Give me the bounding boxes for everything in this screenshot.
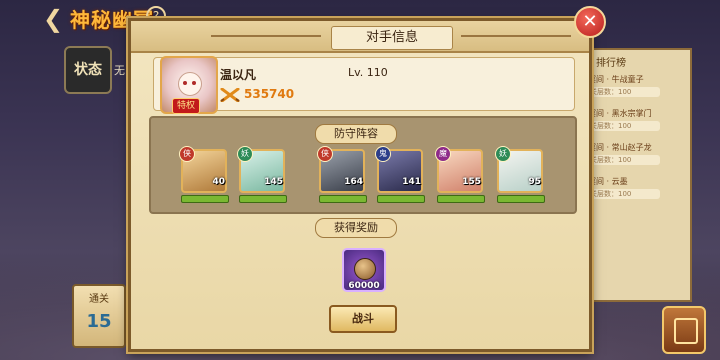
crossed-swords-icon <box>220 88 240 102</box>
ranking-row-label: 冥间 · 黑水宗掌门 <box>588 109 652 118</box>
opponent-level: Lv. 110 <box>348 66 388 79</box>
hero-slot[interactable]: 妖 95 <box>495 146 545 203</box>
ranking-row-sub: 关层数：100 <box>588 87 660 97</box>
hero-hp-bar <box>319 195 367 203</box>
level-label: 通关 <box>89 294 109 305</box>
hero-slot[interactable]: 侠 164 <box>317 146 367 203</box>
faction-badge: 侠 <box>179 146 195 162</box>
dialog-title: 对手信息 <box>331 26 453 50</box>
fight-button[interactable]: 战斗 <box>329 305 397 333</box>
level-value: 15 <box>86 311 112 332</box>
faction-badge: 魔 <box>435 146 451 162</box>
ranking-row-sub: 关层数：100 <box>588 189 660 199</box>
power-value: 535740 <box>244 87 295 101</box>
hero-slot[interactable]: 魔 155 <box>435 146 485 203</box>
ranking-row: 冥间 · 牛战童子 关层数：100 <box>588 74 682 98</box>
hero-level: 40 <box>212 177 225 187</box>
faction-badge: 鬼 <box>375 146 391 162</box>
title-ornament-right <box>461 35 571 37</box>
hero-level: 141 <box>402 177 421 187</box>
opponent-avatar[interactable]: 特权 <box>160 56 218 114</box>
ranking-title: 排行榜 <box>596 58 626 69</box>
faction-badge: 妖 <box>495 146 511 162</box>
avatar-face-icon <box>178 72 202 96</box>
status-tag: 状态 <box>64 46 112 94</box>
chest-button[interactable] <box>662 306 706 354</box>
hero-hp-bar <box>239 195 287 203</box>
faction-badge: 妖 <box>237 146 253 162</box>
hero-level: 155 <box>462 177 481 187</box>
reward-quantity: 60000 <box>348 281 380 291</box>
faction-badge: 侠 <box>317 146 333 162</box>
hero-level: 145 <box>264 177 283 187</box>
coin-icon <box>354 258 376 280</box>
eye-icon <box>183 81 187 85</box>
status-side-text: 无 <box>114 64 125 77</box>
hero-level: 164 <box>344 177 363 187</box>
back-arrow-icon[interactable]: ❮ <box>40 7 66 31</box>
ranking-row: 冥间 · 常山赵子龙 关层数：100 <box>588 142 682 166</box>
reward-item[interactable]: 60000 <box>342 248 386 292</box>
hero-slot[interactable]: 侠 40 <box>179 146 229 203</box>
ranking-row-label: 冥间 · 云墨 <box>588 177 628 186</box>
hero-hp-bar <box>497 195 545 203</box>
hero-hp-bar <box>377 195 425 203</box>
hero-hp-bar <box>181 195 229 203</box>
ranking-row-label: 冥间 · 常山赵子龙 <box>588 143 652 152</box>
ranking-row-label: 冥间 · 牛战童子 <box>588 75 644 84</box>
hero-hp-bar <box>437 195 485 203</box>
privilege-tag: 特权 <box>172 98 201 114</box>
hero-slot[interactable]: 妖 145 <box>237 146 287 203</box>
eye-icon <box>192 81 196 85</box>
hero-level: 95 <box>528 177 541 187</box>
ranking-row-sub: 关层数：100 <box>588 155 660 165</box>
opponent-info-dialog: 对手信息 特权 温以凡 Lv. 110 535740 防守阵容 侠 40 妖 1… <box>128 18 592 352</box>
ranking-row: 冥间 · 云墨 关层数：100 <box>588 176 682 200</box>
hero-slot[interactable]: 鬼 141 <box>375 146 425 203</box>
opponent-name: 温以凡 <box>220 68 257 82</box>
reward-label: 获得奖励 <box>315 218 397 238</box>
level-badge: 通关 15 <box>72 284 126 348</box>
chest-icon <box>674 318 698 344</box>
lineup-label: 防守阵容 <box>315 124 397 144</box>
close-icon[interactable]: ✕ <box>574 6 606 38</box>
opponent-card: 特权 温以凡 Lv. 110 535740 <box>153 56 575 114</box>
title-ornament-left <box>211 35 321 37</box>
ranking-row-sub: 关层数：100 <box>588 121 660 131</box>
ranking-row: 冥间 · 黑水宗掌门 关层数：100 <box>588 108 682 132</box>
